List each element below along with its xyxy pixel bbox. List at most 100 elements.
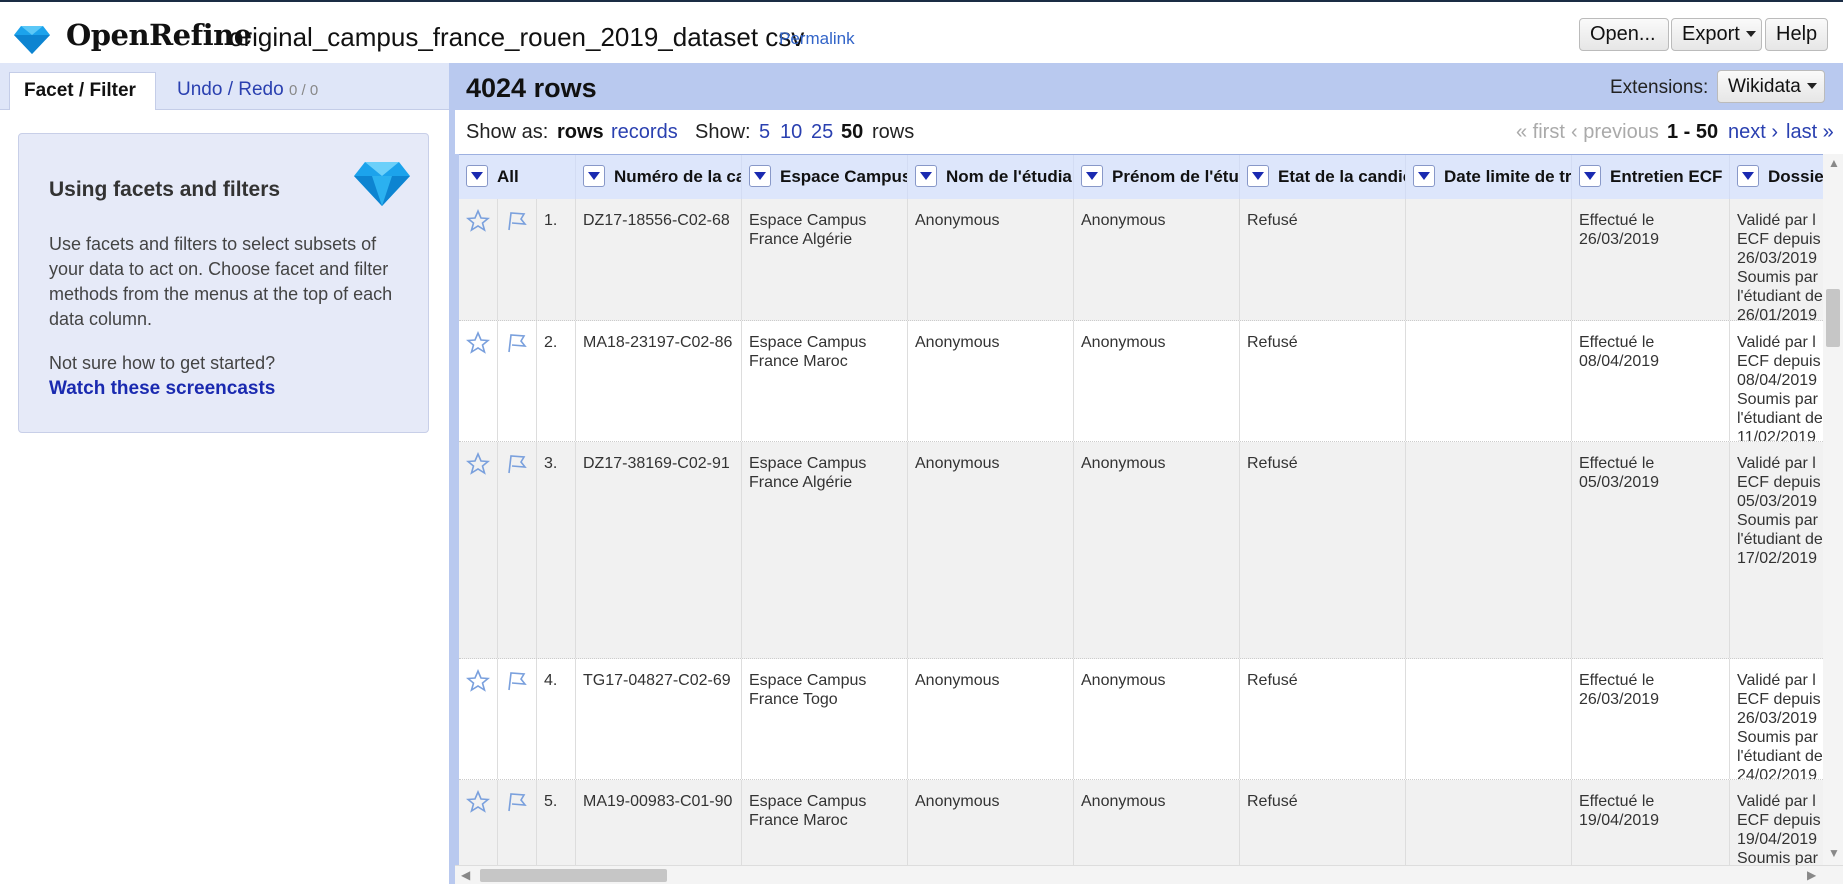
vertical-scrollbar[interactable]: ▲ ▼ (1823, 154, 1843, 865)
view-mode-records[interactable]: records (611, 121, 678, 144)
cell-entretien[interactable]: Effectué le 19/04/2019 (1572, 780, 1730, 865)
column-menu-icon[interactable] (1413, 165, 1435, 187)
cell-prenom[interactable]: Anonymous (1074, 199, 1240, 320)
row-number: 5. (537, 780, 576, 865)
wikidata-extension-button[interactable]: Wikidata (1717, 70, 1825, 103)
column-menu-icon[interactable] (915, 165, 937, 187)
cell-date[interactable] (1406, 321, 1572, 441)
cell-nom[interactable]: Anonymous (908, 442, 1074, 658)
previous-page-link[interactable]: ‹ previous (1571, 121, 1659, 144)
cell-numero[interactable]: DZ17-38169-C02-91 (576, 442, 742, 658)
column-menu-icon[interactable] (1247, 165, 1269, 187)
page-range: 1 - 50 (1667, 121, 1719, 143)
export-button[interactable]: Export (1671, 18, 1762, 51)
flag-icon[interactable] (505, 669, 529, 693)
app-logo-text[interactable]: OpenRefine (66, 18, 252, 52)
column-header-espace[interactable]: Espace Campus (742, 155, 908, 200)
cell-entretien[interactable]: Effectué le 26/03/2019 (1572, 659, 1730, 779)
column-menu-icon[interactable] (583, 165, 605, 187)
scroll-right-icon[interactable]: ▶ (1807, 868, 1816, 882)
scroll-left-icon[interactable]: ◀ (461, 868, 470, 882)
cell-nom[interactable]: Anonymous (908, 780, 1074, 865)
permalink-link[interactable]: Permalink (779, 29, 855, 49)
cell-entretien[interactable]: Effectué le 26/03/2019 (1572, 199, 1730, 320)
cell-etat[interactable]: Refusé (1240, 659, 1406, 779)
column-header-date-limite[interactable]: Date limite de tra (1406, 155, 1572, 200)
table-header: All Numéro de la ca Espace Campus Nom de… (459, 154, 1823, 200)
flag-icon[interactable] (505, 452, 529, 476)
column-menu-icon[interactable] (466, 165, 488, 187)
cell-numero[interactable]: TG17-04827-C02-69 (576, 659, 742, 779)
cell-dossier[interactable]: Validé par l ECF depuis 26/03/2019 Soumi… (1730, 199, 1823, 320)
column-header-dossier[interactable]: Dossier d (1730, 155, 1823, 200)
cell-espace[interactable]: Espace Campus France Maroc (742, 321, 908, 441)
cell-date[interactable] (1406, 780, 1572, 865)
view-mode-rows[interactable]: rows (557, 121, 604, 144)
project-name[interactable]: original_campus_france_rouen_2019_datase… (229, 22, 804, 53)
cell-nom[interactable]: Anonymous (908, 321, 1074, 441)
page-size-50[interactable]: 50 (841, 121, 863, 144)
vertical-scroll-thumb[interactable] (1826, 289, 1840, 347)
cell-etat[interactable]: Refusé (1240, 321, 1406, 441)
star-icon[interactable] (465, 330, 491, 355)
horizontal-scroll-thumb[interactable] (480, 869, 667, 882)
cell-numero[interactable]: MA19-00983-C01-90 (576, 780, 742, 865)
column-header-nom[interactable]: Nom de l'étudiar (908, 155, 1074, 200)
cell-dossier[interactable]: Validé par l ECF depuis 26/03/2019 Soumi… (1730, 659, 1823, 779)
column-menu-icon[interactable] (1081, 165, 1103, 187)
flag-icon[interactable] (505, 209, 529, 233)
star-icon[interactable] (465, 451, 491, 476)
column-header-entretien[interactable]: Entretien ECF (1572, 155, 1730, 200)
cell-dossier[interactable]: Validé par l ECF depuis 05/03/2019 Soumi… (1730, 442, 1823, 658)
cell-prenom[interactable]: Anonymous (1074, 321, 1240, 441)
star-icon[interactable] (465, 208, 491, 233)
cell-etat[interactable]: Refusé (1240, 442, 1406, 658)
tab-facet-filter[interactable]: Facet / Filter (9, 72, 156, 110)
open-button[interactable]: Open... (1579, 18, 1669, 51)
cell-date[interactable] (1406, 659, 1572, 779)
cell-nom[interactable]: Anonymous (908, 199, 1074, 320)
cell-etat[interactable]: Refusé (1240, 780, 1406, 865)
column-menu-icon[interactable] (749, 165, 771, 187)
cell-prenom[interactable]: Anonymous (1074, 659, 1240, 779)
cell-date[interactable] (1406, 442, 1572, 658)
page-size-10[interactable]: 10 (780, 121, 802, 144)
cell-nom[interactable]: Anonymous (908, 659, 1074, 779)
scroll-up-icon[interactable]: ▲ (1828, 156, 1840, 170)
cell-espace[interactable]: Espace Campus France Maroc (742, 780, 908, 865)
scroll-down-icon[interactable]: ▼ (1828, 846, 1840, 860)
cell-prenom[interactable]: Anonymous (1074, 442, 1240, 658)
page-size-25[interactable]: 25 (811, 121, 833, 144)
star-icon[interactable] (465, 789, 491, 814)
column-menu-icon[interactable] (1737, 165, 1759, 187)
cell-etat[interactable]: Refusé (1240, 199, 1406, 320)
help-button[interactable]: Help (1765, 18, 1828, 51)
cell-date[interactable] (1406, 199, 1572, 320)
first-page-link[interactable]: « first (1516, 121, 1565, 144)
column-label: Prénom de l'étuc (1112, 167, 1240, 186)
last-page-link[interactable]: last » (1786, 121, 1834, 144)
column-menu-icon[interactable] (1579, 165, 1601, 187)
cell-espace[interactable]: Espace Campus France Algérie (742, 442, 908, 658)
cell-entretien[interactable]: Effectué le 05/03/2019 (1572, 442, 1730, 658)
next-page-link[interactable]: next › (1728, 121, 1778, 144)
cell-espace[interactable]: Espace Campus France Togo (742, 659, 908, 779)
flag-icon[interactable] (505, 790, 529, 814)
cell-dossier[interactable]: Validé par l ECF depuis 19/04/2019 Soumi… (1730, 780, 1823, 865)
horizontal-scrollbar[interactable]: ◀ ▶ (455, 865, 1843, 884)
page-size-5[interactable]: 5 (759, 121, 770, 144)
column-header-all[interactable]: All (459, 155, 576, 200)
star-icon[interactable] (465, 668, 491, 693)
tab-undo-redo[interactable]: Undo / Redo 0 / 0 (163, 72, 332, 110)
cell-entretien[interactable]: Effectué le 08/04/2019 (1572, 321, 1730, 441)
cell-prenom[interactable]: Anonymous (1074, 780, 1240, 865)
cell-espace[interactable]: Espace Campus France Algérie (742, 199, 908, 320)
column-header-numero[interactable]: Numéro de la ca (576, 155, 742, 200)
column-header-etat[interactable]: Etat de la candic (1240, 155, 1406, 200)
cell-dossier[interactable]: Validé par l ECF depuis 08/04/2019 Soumi… (1730, 321, 1823, 441)
column-header-prenom[interactable]: Prénom de l'étuc (1074, 155, 1240, 200)
cell-numero[interactable]: DZ17-18556-C02-68 (576, 199, 742, 320)
cell-numero[interactable]: MA18-23197-C02-86 (576, 321, 742, 441)
screencasts-link[interactable]: Watch these screencasts (49, 378, 275, 400)
flag-icon[interactable] (505, 331, 529, 355)
